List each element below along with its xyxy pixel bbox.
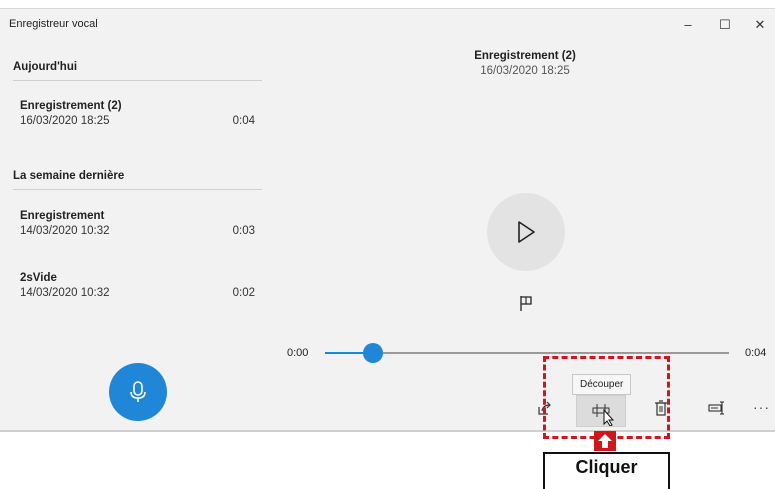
highlight-box	[543, 356, 670, 439]
annotation-label: Cliquer	[543, 452, 670, 489]
recording-name: Enregistrement (2)	[20, 100, 122, 112]
add-marker-button[interactable]	[517, 294, 535, 312]
recording-date: 16/03/2020 18:25	[20, 115, 110, 127]
minimize-button[interactable]: –	[670, 14, 706, 36]
recording-name: Enregistrement	[20, 210, 105, 222]
record-button[interactable]	[109, 363, 167, 421]
rename-icon	[708, 401, 724, 415]
section-divider	[13, 80, 262, 81]
recording-duration: 0:03	[232, 225, 255, 237]
flag-icon	[520, 296, 532, 311]
annotation-text: Cliquer	[575, 457, 638, 477]
seek-slider[interactable]	[325, 343, 729, 363]
recording-name: 2sVide	[20, 272, 57, 284]
play-icon	[518, 221, 535, 243]
recording-item[interactable]: Enregistrement (2) 16/03/2020 18:25 0:04	[0, 100, 275, 148]
rename-button[interactable]	[703, 395, 731, 421]
section-today: Aujourd'hui	[13, 61, 78, 73]
play-button[interactable]	[487, 193, 565, 271]
recording-item[interactable]: Enregistrement 14/03/2020 10:32 0:03	[0, 210, 275, 258]
section-last-week: La semaine dernière	[13, 170, 125, 182]
recording-date: 14/03/2020 10:32	[20, 225, 110, 237]
microphone-icon	[130, 381, 146, 402]
current-recording-date: 16/03/2020 18:25	[480, 65, 570, 77]
section-divider	[13, 189, 262, 190]
recording-duration: 0:02	[232, 287, 255, 299]
maximize-button[interactable]: ☐	[707, 14, 743, 36]
current-recording-title: Enregistrement (2)	[474, 50, 576, 62]
recording-date: 14/03/2020 10:32	[20, 287, 110, 299]
recordings-sidebar: Enregistreur vocal Aujourd'hui Enregistr…	[0, 9, 275, 430]
recording-duration: 0:04	[232, 115, 255, 127]
more-options-button[interactable]: ···	[753, 399, 770, 415]
seek-thumb[interactable]	[363, 343, 384, 363]
player-panel: – ☐ ✕ Enregistrement (2) 16/03/2020 18:2…	[275, 9, 775, 430]
arrow-up-icon	[594, 431, 616, 451]
total-time: 0:04	[745, 347, 767, 359]
recording-item[interactable]: 2sVide 14/03/2020 10:32 0:02	[0, 272, 275, 320]
close-button[interactable]: ✕	[742, 14, 775, 36]
app-title: Enregistreur vocal	[9, 18, 98, 30]
position-time: 0:00	[287, 347, 309, 359]
